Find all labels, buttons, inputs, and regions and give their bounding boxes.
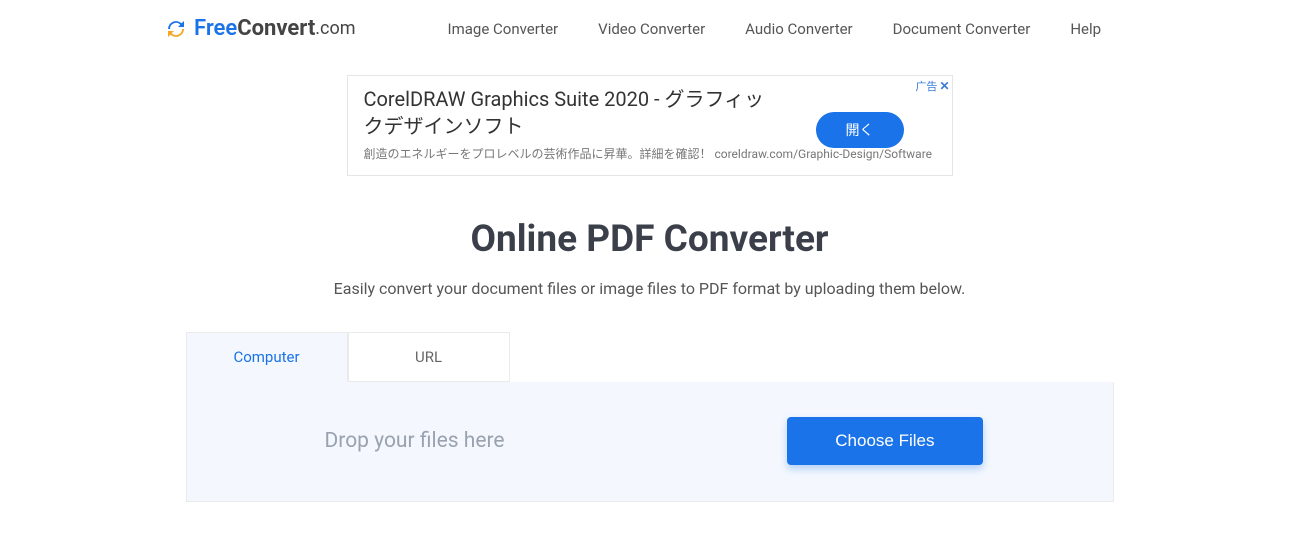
refresh-icon [164,17,188,41]
choose-files-button[interactable]: Choose Files [787,417,982,465]
dropzone[interactable]: Drop your files here Choose Files [186,382,1114,502]
nav-help[interactable]: Help [1070,20,1101,38]
logo-text-convert: Convert [237,16,315,41]
page-subtitle: Easily convert your document files or im… [0,279,1299,298]
ad-title: CorelDRAW Graphics Suite 2020 - グラフィックデザ… [364,86,784,140]
ad-subtitle: 創造のエネルギーをプロレベルの芸術作品に昇華。詳細を確認！ coreldraw.… [364,146,936,163]
logo-text-com: .com [315,18,355,39]
tabs: Computer URL [186,332,1114,382]
ad-banner[interactable]: 广告 ✕ CorelDRAW Graphics Suite 2020 - グラフ… [347,75,953,176]
drop-text: Drop your files here [325,429,505,453]
upload-panel: Computer URL Drop your files here Choose… [186,332,1114,502]
ad-badge-text: 广告 [915,78,937,94]
nav-video-converter[interactable]: Video Converter [598,20,705,38]
tab-url[interactable]: URL [348,332,510,382]
nav-image-converter[interactable]: Image Converter [448,20,559,38]
nav-audio-converter[interactable]: Audio Converter [745,20,852,38]
header: Free Convert .com Image Converter Video … [0,0,1299,57]
ad-close-icon[interactable]: ✕ [939,79,949,93]
logo[interactable]: Free Convert .com [164,16,356,41]
logo-text-free: Free [194,16,237,41]
ad-badge: 广告 ✕ [915,78,949,94]
ad-open-button[interactable]: 開く [816,112,904,148]
tab-computer[interactable]: Computer [186,332,348,382]
nav-document-converter[interactable]: Document Converter [893,20,1031,38]
nav: Image Converter Video Converter Audio Co… [448,20,1102,38]
page-title: Online PDF Converter [0,218,1299,261]
